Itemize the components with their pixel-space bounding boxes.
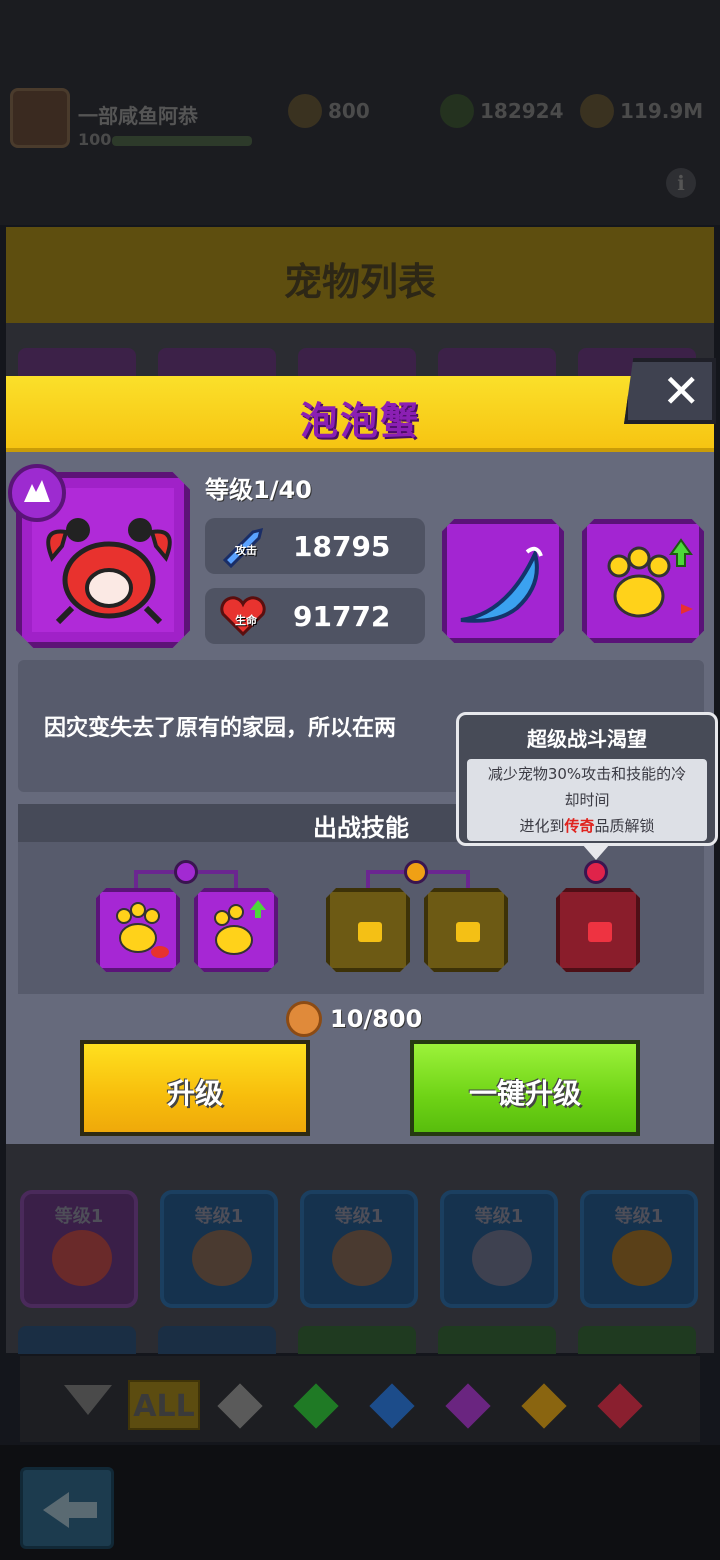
- energy-icon: [440, 94, 474, 128]
- skill-locked-cooldown[interactable]: [556, 888, 640, 972]
- gem-icon: [288, 94, 322, 128]
- paw-up-icon: [214, 900, 266, 955]
- pet-card-dog[interactable]: 等级1: [300, 1190, 418, 1308]
- pet-card-tag: [18, 348, 136, 376]
- tooltip-pointer: [582, 844, 610, 860]
- skill-branch-node: [404, 860, 428, 884]
- wolf-rank-icon: [8, 464, 66, 522]
- attack-stat: 攻击 18795: [205, 518, 425, 574]
- upgrade-label: 升级: [166, 1077, 223, 1110]
- filter-all-button[interactable]: ALL: [128, 1380, 200, 1430]
- pet-card-tag: [438, 1326, 556, 1354]
- back-button[interactable]: [20, 1467, 114, 1549]
- sort-toggle-icon[interactable]: [64, 1385, 112, 1415]
- pet-card-tag: [158, 1326, 276, 1354]
- skill-locked-heal[interactable]: [424, 888, 508, 972]
- skill-branch-node: [174, 860, 198, 884]
- skill-tooltip: 超级战斗渴望 减少宠物30%攻击和技能的冷 却时间 进化到传奇品质解锁: [456, 712, 718, 846]
- lock-icon: [588, 922, 612, 942]
- back-arrow-icon: [43, 1492, 69, 1528]
- paw-crab-icon: [116, 902, 169, 958]
- xp-bar: [112, 136, 252, 146]
- hp-value: 91772: [293, 600, 391, 633]
- game-screen: 一部咸鱼阿恭 100 800 182924 119.9M ℹ 宠物列表 等级1 …: [0, 0, 720, 1560]
- upgrade-button[interactable]: 升级: [80, 1040, 310, 1136]
- pet-level-text: 等级1/40: [205, 476, 312, 504]
- upgrade-cost: 10/800: [286, 1000, 422, 1038]
- info-icon[interactable]: ℹ: [666, 168, 696, 198]
- paw-up-icon: [607, 538, 693, 620]
- tooltip-body: 减少宠物30%攻击和技能的冷 却时间 进化到传奇品质解锁: [467, 759, 707, 841]
- tooltip-line1: 减少宠物30%攻击和技能的冷: [487, 765, 687, 783]
- pet-list-header: 宠物列表: [6, 227, 714, 323]
- lock-icon: [456, 922, 480, 942]
- player-level: 100: [78, 130, 112, 149]
- close-button[interactable]: ✕: [624, 358, 716, 424]
- tooltip-title: 超级战斗渴望: [527, 727, 647, 751]
- dog-icon: [332, 1230, 392, 1286]
- passive-skill-slot[interactable]: [582, 519, 704, 643]
- one-key-upgrade-button[interactable]: 一键升级: [410, 1040, 640, 1136]
- pet-card-fish[interactable]: 等级1: [580, 1190, 698, 1308]
- dog-icon: [192, 1230, 252, 1286]
- pet-card-cat[interactable]: 等级1: [440, 1190, 558, 1308]
- pet-list-title: 宠物列表: [283, 260, 436, 304]
- pet-card-tag: [18, 1326, 136, 1354]
- pet-card-tag: [438, 348, 556, 376]
- pet-card-tag: [298, 348, 416, 376]
- pet-card-tag: [578, 1326, 696, 1354]
- pet-card-dog[interactable]: 等级1: [160, 1190, 278, 1308]
- energy-resource[interactable]: 182924: [440, 94, 564, 128]
- water-wave-icon: [460, 546, 543, 623]
- cost-text: 10/800: [330, 1005, 423, 1033]
- legendary-highlight: 传奇: [564, 817, 595, 835]
- close-icon: ✕: [662, 364, 701, 418]
- fish-icon: [612, 1230, 672, 1286]
- lock-icon: [358, 922, 382, 942]
- hp-stat: 生命 91772: [205, 588, 425, 644]
- cat-icon: [472, 1230, 532, 1286]
- attack-label: 攻击: [235, 544, 257, 557]
- skill-paw-up[interactable]: [194, 888, 278, 972]
- active-skill-slot[interactable]: [442, 519, 564, 643]
- hp-label: 生命: [235, 614, 257, 627]
- attack-value: 18795: [293, 530, 391, 563]
- pet-description: 因灾变失去了原有的家园，所以在两: [44, 716, 397, 741]
- gold-resource[interactable]: 119.9M: [580, 94, 703, 128]
- player-avatar[interactable]: [10, 88, 70, 148]
- gold-icon: [580, 94, 614, 128]
- tooltip-line3: 进化到传奇品质解锁: [519, 817, 655, 835]
- skill-branch-node: [584, 860, 608, 884]
- player-name: 一部咸鱼阿恭: [78, 104, 198, 128]
- pet-name-title: 泡泡蟹: [299, 399, 420, 443]
- pet-card-tag: [158, 348, 276, 376]
- gem-resource[interactable]: 800: [288, 94, 370, 128]
- pet-card-crab[interactable]: 等级1: [20, 1190, 138, 1308]
- crab-icon: [52, 1230, 112, 1286]
- pet-card-tag: [298, 1326, 416, 1354]
- one-key-upgrade-label: 一键升级: [468, 1077, 581, 1110]
- tooltip-line2: 却时间: [564, 791, 610, 809]
- filter-bar: [20, 1356, 700, 1442]
- modal-header: 泡泡蟹: [6, 376, 714, 452]
- skill-locked-attack[interactable]: [326, 888, 410, 972]
- coin-icon: [286, 1001, 322, 1037]
- skill-paw-crab[interactable]: [96, 888, 180, 972]
